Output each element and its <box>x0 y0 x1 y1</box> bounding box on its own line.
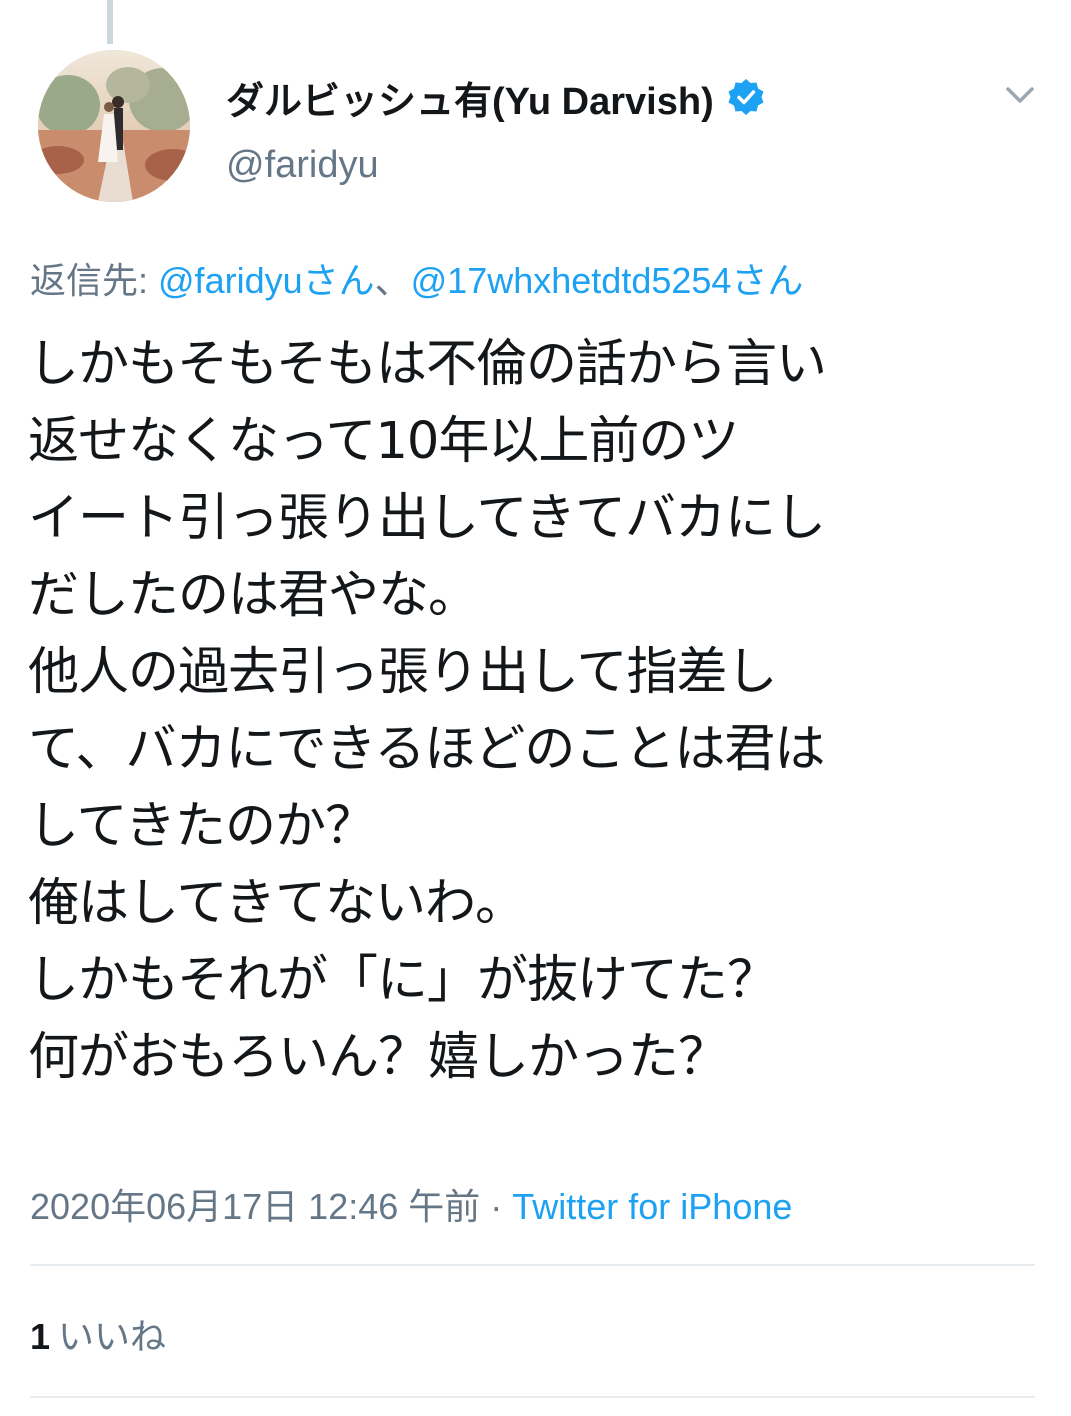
meta-separator: · <box>480 1186 513 1227</box>
tweet-text: しかもそもそもは不倫の話から言い 返せなくなって10年以上前のツ イート引っ張り… <box>28 335 827 1087</box>
tweet-source-link[interactable]: Twitter for iPhone <box>512 1186 792 1227</box>
author-display-name[interactable]: ダルビッシュ有(Yu Darvish) <box>226 70 714 125</box>
reply-context: 返信先: @faridyuさん、@17whxhetdtd5254さん <box>30 252 803 304</box>
reply-mention-link[interactable]: @faridyuさん <box>158 260 375 301</box>
like-count: 1 <box>30 1316 51 1357</box>
tweet-metadata: 2020年06月17日 12:46 午前 · Twitter for iPhon… <box>30 1178 792 1230</box>
divider <box>30 1264 1035 1266</box>
like-label: いいね <box>58 1316 167 1357</box>
divider <box>30 1396 1035 1398</box>
verified-badge-icon <box>728 79 764 115</box>
tweet-timestamp[interactable]: 2020年06月17日 12:46 午前 <box>30 1186 480 1227</box>
reply-separator: 、 <box>374 260 411 301</box>
thread-connector-line <box>107 0 113 44</box>
avatar[interactable] <box>38 50 190 202</box>
reply-mention-link[interactable]: @17whxhetdtd5254さん <box>411 260 804 301</box>
reply-prefix: 返信先: <box>30 260 159 301</box>
likes-stat[interactable]: 1 いいね <box>30 1308 166 1360</box>
profile-photo-icon <box>38 50 190 202</box>
author-handle[interactable]: @faridyu <box>226 144 871 187</box>
chevron-down-icon[interactable] <box>1000 80 1040 110</box>
